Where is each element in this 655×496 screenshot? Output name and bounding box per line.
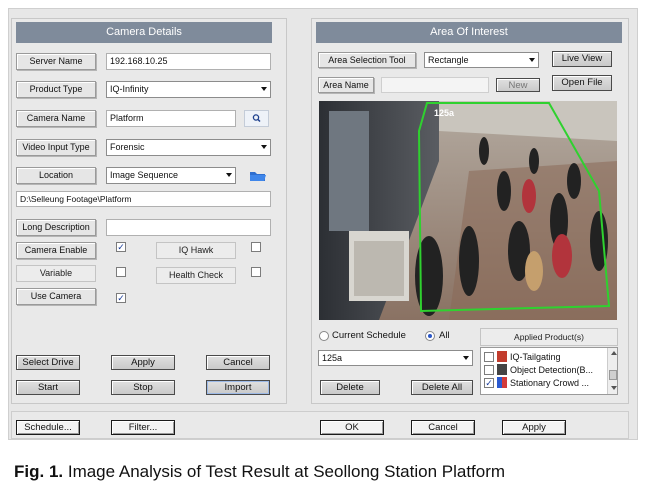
iq-hawk-checkbox[interactable]: [251, 242, 261, 252]
long-description-label: Long Description: [16, 219, 96, 236]
camera-name-label: Camera Name: [16, 110, 96, 127]
start-button[interactable]: Start: [16, 380, 80, 395]
all-radio[interactable]: [425, 331, 435, 341]
area-selection-tool-select[interactable]: Rectangle: [424, 52, 539, 68]
footer-apply-button[interactable]: Apply: [502, 420, 566, 435]
browse-folder-button[interactable]: [249, 169, 267, 183]
filter-button[interactable]: Filter...: [111, 420, 175, 435]
area-of-interest-header: Area Of Interest: [316, 22, 622, 43]
iq-hawk-label: IQ Hawk: [156, 242, 236, 259]
location-path-field[interactable]: D:\Selleung Footage\Platform: [16, 191, 271, 207]
product-label: Stationary Crowd ...: [510, 378, 590, 388]
ok-button[interactable]: OK: [320, 420, 384, 435]
camera-details-header: Camera Details: [16, 22, 272, 43]
apply-button[interactable]: Apply: [111, 355, 175, 370]
product-type-select[interactable]: IQ-Infinity: [106, 81, 271, 98]
video-frame-image: [319, 101, 617, 320]
video-input-type-select[interactable]: Forensic: [106, 139, 271, 156]
location-select[interactable]: Image Sequence: [106, 167, 236, 184]
product-type-label: Product Type: [16, 81, 96, 98]
server-name-label: Server Name: [16, 53, 96, 70]
search-camera-button[interactable]: [244, 110, 269, 127]
area-list-value: 125a: [322, 353, 343, 363]
list-item[interactable]: IQ-Tailgating: [484, 351, 604, 363]
figure-caption-prefix: Fig. 1.: [14, 462, 64, 481]
video-preview[interactable]: 125a: [319, 101, 617, 320]
variable-label: Variable: [16, 265, 96, 282]
video-zone-label: 125a: [434, 108, 455, 118]
area-selection-tool-value: Rectangle: [428, 55, 469, 65]
search-icon: [252, 114, 261, 123]
area-selection-tool-label: Area Selection Tool: [318, 52, 416, 68]
delete-all-button[interactable]: Delete All: [411, 380, 473, 395]
chevron-down-icon: [261, 145, 267, 149]
area-name-input[interactable]: [381, 77, 489, 93]
product-label: IQ-Tailgating: [510, 352, 561, 362]
delete-button[interactable]: Delete: [320, 380, 380, 395]
figure-caption-text: Image Analysis of Test Result at Seollon…: [63, 462, 506, 481]
location-label: Location: [16, 167, 96, 184]
product-checkbox[interactable]: [484, 365, 494, 375]
products-scrollbar[interactable]: [607, 348, 617, 394]
chevron-down-icon: [226, 173, 232, 177]
scroll-down-icon: [611, 386, 617, 390]
product-icon: [497, 377, 507, 388]
product-type-value: IQ-Infinity: [110, 84, 149, 94]
area-list-select[interactable]: 125a: [318, 350, 473, 366]
live-view-button[interactable]: Live View: [552, 51, 612, 67]
location-value: Image Sequence: [110, 170, 179, 180]
camera-details-panel: [11, 18, 287, 404]
scroll-up-icon: [611, 351, 617, 355]
product-label: Object Detection(B...: [510, 365, 594, 375]
video-input-type-value: Forensic: [110, 142, 145, 152]
list-item[interactable]: Object Detection(B...: [484, 364, 604, 376]
new-area-button[interactable]: New: [496, 78, 540, 92]
chevron-down-icon: [463, 356, 469, 360]
current-schedule-radio[interactable]: [319, 331, 329, 341]
long-description-input[interactable]: [106, 219, 271, 236]
camera-enable-label: Camera Enable: [16, 242, 96, 259]
camera-name-input[interactable]: Platform: [106, 110, 236, 127]
product-checkbox[interactable]: [484, 352, 494, 362]
use-camera-label: Use Camera: [16, 288, 96, 305]
schedule-button[interactable]: Schedule...: [16, 420, 80, 435]
open-file-button[interactable]: Open File: [552, 75, 612, 91]
cancel-button[interactable]: Cancel: [206, 355, 270, 370]
applied-products-list: IQ-Tailgating Object Detection(B... ✓ St…: [480, 347, 618, 395]
area-name-label: Area Name: [318, 77, 374, 93]
variable-checkbox[interactable]: [116, 267, 126, 277]
health-check-label: Health Check: [156, 267, 236, 284]
use-camera-checkbox[interactable]: ✓: [116, 293, 126, 303]
health-check-checkbox[interactable]: [251, 267, 261, 277]
footer-cancel-button[interactable]: Cancel: [411, 420, 475, 435]
chevron-down-icon: [261, 87, 267, 91]
select-drive-button[interactable]: Select Drive: [16, 355, 80, 370]
applied-products-label: Applied Product(s): [480, 328, 618, 346]
scroll-thumb[interactable]: [609, 370, 617, 380]
video-input-type-label: Video Input Type: [16, 139, 96, 156]
camera-enable-checkbox[interactable]: ✓: [116, 242, 126, 252]
folder-icon: [250, 172, 266, 181]
figure-caption: Fig. 1. Image Analysis of Test Result at…: [14, 462, 505, 482]
server-name-input[interactable]: 192.168.10.25: [106, 53, 271, 70]
import-button[interactable]: Import: [206, 380, 270, 395]
list-item[interactable]: ✓ Stationary Crowd ...: [484, 377, 604, 389]
product-icon: [497, 364, 507, 375]
chevron-down-icon: [529, 58, 535, 62]
product-checkbox[interactable]: ✓: [484, 378, 494, 388]
all-label: All: [439, 330, 450, 341]
product-icon: [497, 351, 507, 362]
stop-button[interactable]: Stop: [111, 380, 175, 395]
current-schedule-label: Current Schedule: [332, 330, 406, 341]
